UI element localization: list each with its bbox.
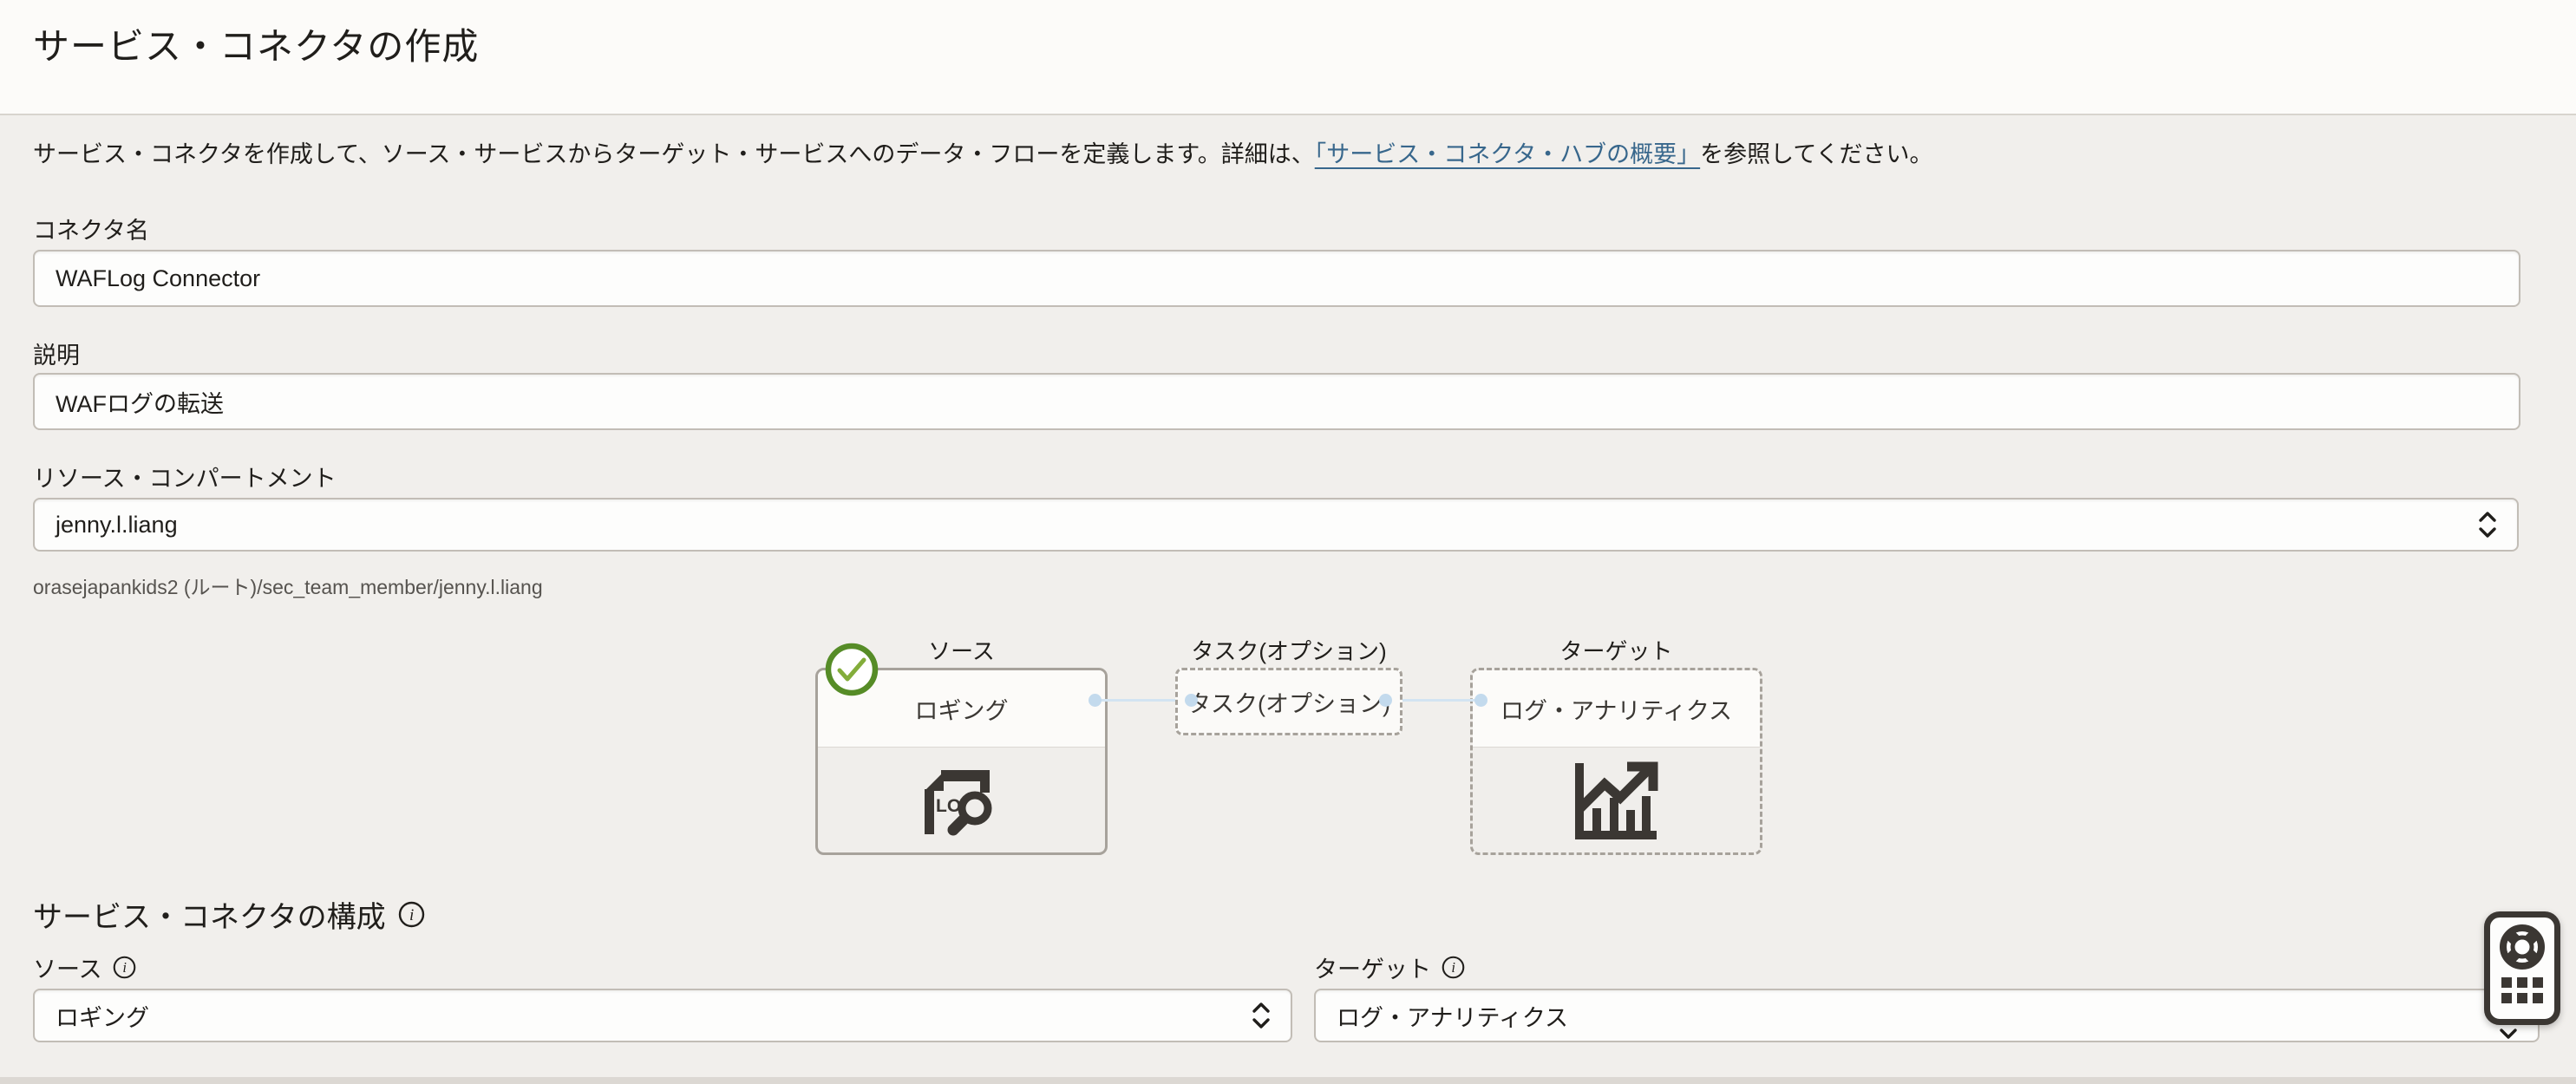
connector-dot	[1379, 694, 1392, 707]
compartment-path: orasejapankids2 (ルート)/sec_team_member/je…	[33, 571, 543, 600]
page-title: サービス・コネクタの作成	[33, 17, 479, 70]
connector-name-input[interactable]	[33, 250, 2520, 307]
task-card: タスク(オプション)	[1175, 668, 1402, 735]
valid-check-icon	[825, 643, 879, 696]
config-source-select[interactable]: ロギング	[33, 989, 1292, 1042]
svg-text:i: i	[122, 959, 127, 976]
config-source-label: ソース i	[33, 950, 136, 984]
intro-before-link: サービス・コネクタを作成して、ソース・サービスからターゲット・サービスへのデータ…	[33, 141, 1315, 167]
task-card-service: タスク(オプション)	[1187, 685, 1390, 719]
description-label: 説明	[33, 336, 80, 370]
svg-text:i: i	[409, 906, 414, 924]
description-input[interactable]	[33, 373, 2520, 430]
chevron-updown-icon	[1251, 999, 1272, 1032]
logging-logs-icon: LOGS	[921, 763, 1003, 839]
connector-dot	[1474, 694, 1487, 707]
config-section-heading: サービス・コネクタの構成 i	[33, 893, 425, 936]
config-target-label: ターゲット i	[1314, 950, 1465, 984]
page-header: サービス・コネクタの作成	[0, 0, 2576, 115]
connector-name-label: コネクタ名	[33, 212, 149, 245]
help-lifering-icon[interactable]	[2498, 923, 2547, 971]
overview-link[interactable]: 「サービス・コネクタ・ハブの概要」	[1315, 141, 1700, 167]
quick-actions-grid-icon[interactable]	[2501, 977, 2543, 1003]
diagram-target-label: ターゲット	[1470, 634, 1762, 666]
chevron-updown-icon	[2477, 508, 2498, 541]
log-analytics-chart-icon	[1573, 761, 1660, 841]
config-target-select-value: ログ・アナリティクス	[1337, 999, 1568, 1033]
info-icon[interactable]: i	[398, 901, 425, 928]
compartment-label: リソース・コンパートメント	[33, 460, 337, 493]
bottom-divider	[0, 1077, 2576, 1084]
compartment-select-value: jenny.l.liang	[56, 512, 178, 539]
target-card: ログ・アナリティクス	[1470, 668, 1762, 855]
svg-text:i: i	[1451, 959, 1455, 976]
diagram-task-label: タスク(オプション)	[1175, 634, 1402, 666]
intro-after-link: を参照してください。	[1700, 141, 1932, 167]
floating-toolbar	[2484, 911, 2560, 1025]
connector-dot	[1089, 694, 1102, 707]
config-source-select-value: ロギング	[56, 999, 149, 1033]
target-card-service: ログ・アナリティクス	[1473, 670, 1760, 748]
connector-dot	[1185, 694, 1198, 707]
info-icon[interactable]: i	[1442, 956, 1465, 979]
config-target-select[interactable]: ログ・アナリティクス	[1314, 989, 2540, 1042]
intro-text: サービス・コネクタを作成して、ソース・サービスからターゲット・サービスへのデータ…	[33, 137, 1933, 172]
info-icon[interactable]: i	[113, 956, 136, 979]
compartment-select[interactable]: jenny.l.liang	[33, 498, 2519, 552]
